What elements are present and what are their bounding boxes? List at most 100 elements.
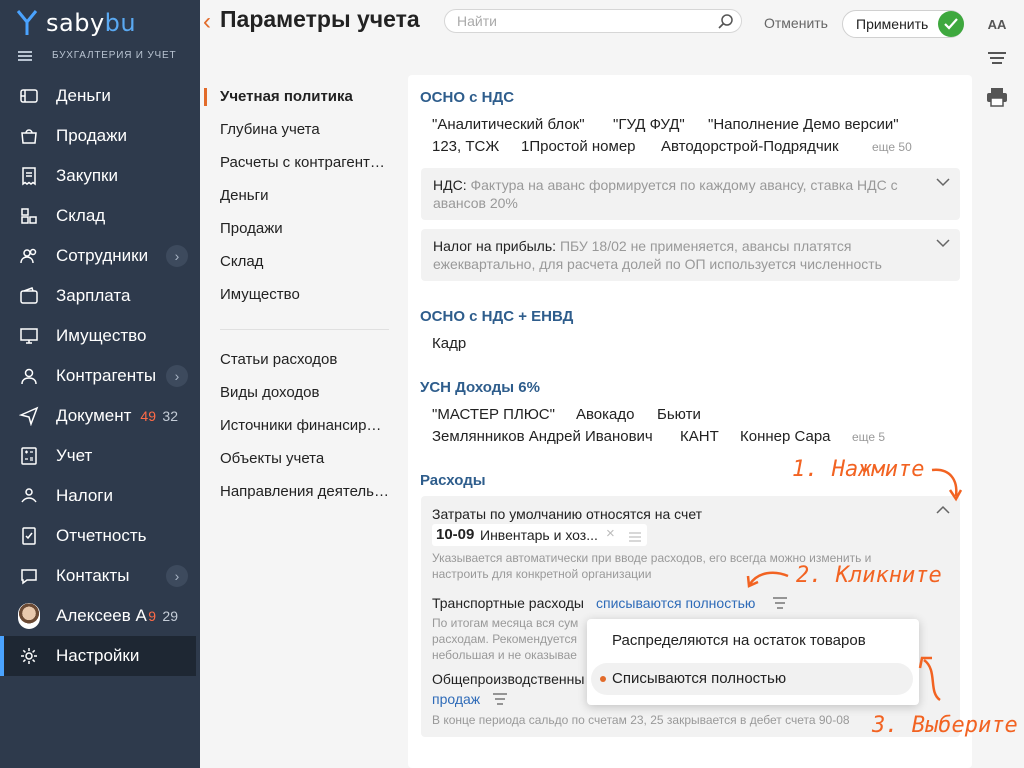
vat-setting[interactable]: НДС: Фактура на аванс формируется по каж… — [421, 168, 960, 220]
menu-divider — [220, 329, 389, 330]
menu-item-funding-sources[interactable]: Источники финансир… — [220, 417, 381, 434]
chevron-down-icon[interactable] — [936, 174, 950, 192]
menu-item-property[interactable]: Имущество — [220, 286, 300, 303]
org-link[interactable]: 1Простой номер — [521, 138, 636, 155]
overhead-expenses-label: Общепроизводственны — [432, 671, 585, 687]
search-input[interactable] — [457, 13, 707, 29]
back-button[interactable]: ‹ — [203, 8, 211, 36]
transport-expenses-value[interactable]: списываются полностью — [596, 595, 755, 611]
org-link[interactable]: "Аналитический блок" — [432, 116, 585, 133]
sidebar-item-taxes[interactable]: Налоги — [4, 476, 196, 516]
chevron-right-icon[interactable]: › — [166, 365, 188, 387]
transport-note-line1: По итогам месяца вся сум — [432, 616, 579, 630]
menu-item-income-types[interactable]: Виды доходов — [220, 384, 319, 401]
menu-item-accounting-depth[interactable]: Глубина учета — [220, 121, 320, 138]
chevron-right-icon[interactable]: › — [166, 245, 188, 267]
print-icon[interactable] — [986, 86, 1008, 108]
profit-tax-setting[interactable]: Налог на прибыль: ПБУ 18/02 не применяет… — [421, 229, 960, 281]
menu-item-expense-items[interactable]: Статьи расходов — [220, 351, 337, 368]
sidebar-item-purchases[interactable]: Закупки — [4, 156, 196, 196]
apply-label: Применить — [856, 16, 929, 32]
menu-item-activity-directions[interactable]: Направления деятель… — [220, 483, 389, 500]
chevron-down-icon[interactable] — [936, 235, 950, 253]
sidebar-item-settings[interactable]: Настройки — [0, 636, 196, 676]
sidebar-item-counterparties[interactable]: Контрагенты › — [4, 356, 196, 396]
org-link[interactable]: Авокадо — [576, 406, 634, 423]
sidebar-item-contacts[interactable]: Контакты › — [4, 556, 196, 596]
sidebar-item-accounting[interactable]: Учет — [4, 436, 196, 476]
font-size-button[interactable]: AA — [986, 13, 1008, 35]
list-filter-icon[interactable] — [986, 48, 1008, 70]
sidebar: sabybu БУХГАЛТЕРИЯ И УЧЕТ Деньги Продажи… — [0, 0, 200, 768]
list-icon[interactable] — [628, 530, 642, 548]
chevron-up-icon[interactable] — [936, 502, 950, 520]
sidebar-item-employees[interactable]: Сотрудники › — [4, 236, 196, 276]
sidebar-item-profile[interactable]: Алексеев А 9 29 — [4, 596, 196, 636]
total-count: 32 — [162, 408, 178, 424]
sidebar-item-money[interactable]: Деньги — [4, 76, 196, 116]
receipt-icon — [18, 165, 40, 187]
org-link[interactable]: Коннер Сара — [740, 428, 831, 445]
sidebar-item-reporting[interactable]: Отчетность — [4, 516, 196, 556]
menu-item-sales[interactable]: Продажи — [220, 220, 283, 237]
clear-icon[interactable]: × — [606, 525, 615, 542]
menu-item-accounting-objects[interactable]: Объекты учета — [220, 450, 324, 467]
send-icon — [18, 405, 40, 427]
org-link[interactable]: КАНТ — [680, 428, 719, 445]
overhead-expenses-value[interactable]: продаж — [432, 691, 480, 707]
sidebar-item-salary[interactable]: Зарплата — [4, 276, 196, 316]
dropdown-option-writeoff[interactable]: Списываются полностью — [612, 670, 786, 687]
filter-list-icon[interactable] — [772, 596, 788, 615]
calculator-icon — [18, 445, 40, 467]
section-title-osno-envd[interactable]: ОСНО с НДС + ЕНВД — [420, 308, 573, 325]
menu-item-settlements[interactable]: Расчеты с контрагент… — [220, 154, 385, 171]
org-link[interactable]: "ГУД ФУД" — [613, 116, 685, 133]
filter-list-icon[interactable] — [492, 692, 508, 711]
apply-button[interactable]: Применить — [842, 10, 964, 38]
sidebar-item-documents[interactable]: Документ 49 32 — [4, 396, 196, 436]
hint-arrow-icon — [931, 468, 963, 502]
page-title: Параметры учета — [220, 6, 420, 32]
org-link[interactable]: 123, ТСЖ — [432, 138, 499, 155]
sidebar-item-label: Учет — [56, 446, 93, 465]
dropdown-option-distribute[interactable]: Распределяются на остаток товаров — [612, 632, 866, 649]
menu-item-accounting-policy[interactable]: Учетная политика — [220, 88, 353, 105]
section-title-usn[interactable]: УСН Доходы 6% — [420, 379, 540, 396]
transport-dropdown: Распределяются на остаток товаров Списыв… — [587, 619, 919, 705]
wallet-icon — [18, 285, 40, 307]
sidebar-item-label: Сотрудники — [56, 246, 149, 265]
chevron-right-icon[interactable]: › — [166, 565, 188, 587]
more-orgs-link[interactable]: еще 5 — [852, 430, 885, 444]
menu-item-warehouse[interactable]: Склад — [220, 253, 263, 270]
transport-note-line2: расходам. Рекомендуется — [432, 632, 577, 646]
section-title-osno[interactable]: ОСНО с НДС — [420, 89, 514, 106]
sidebar-item-label: Документ — [56, 406, 132, 425]
search-icon[interactable] — [717, 13, 735, 36]
org-link[interactable]: "Наполнение Демо версии" — [708, 116, 899, 133]
org-link[interactable]: Бьюти — [657, 406, 701, 423]
sidebar-item-label: Зарплата — [56, 286, 131, 305]
org-link[interactable]: Землянников Андрей Иванович — [432, 428, 653, 445]
sidebar-item-label: Продажи — [56, 126, 127, 145]
sidebar-item-label: Налоги — [56, 486, 113, 505]
org-link[interactable]: "МАСТЕР ПЛЮС" — [432, 406, 555, 423]
sidebar-item-label: Контрагенты — [56, 366, 157, 385]
menu-active-indicator — [204, 88, 207, 106]
cancel-button[interactable]: Отменить — [764, 15, 828, 31]
more-orgs-link[interactable]: еще 50 — [872, 140, 912, 154]
sidebar-item-sales[interactable]: Продажи — [4, 116, 196, 156]
avatar — [18, 603, 40, 629]
org-link[interactable]: Автодорстрой-Подрядчик — [661, 138, 839, 155]
sidebar-item-label: Склад — [56, 206, 106, 225]
section-switcher[interactable]: БУХГАЛТЕРИЯ И УЧЕТ — [18, 50, 176, 61]
default-account-note-line2: настроить для конкретной организации — [432, 567, 652, 581]
menu-item-money[interactable]: Деньги — [220, 187, 268, 204]
sidebar-item-property[interactable]: Имущество — [4, 316, 196, 356]
vat-text: НДС: Фактура на аванс формируется по каж… — [433, 177, 898, 211]
transport-note-line3: небольшая и не оказывае — [432, 648, 577, 662]
org-link[interactable]: Кадр — [432, 335, 466, 352]
hint-arrow-icon — [746, 571, 789, 588]
logo[interactable]: sabybu — [16, 8, 136, 38]
account-field[interactable]: 10-09 Инвентарь и хоз... × — [432, 524, 647, 546]
sidebar-item-warehouse[interactable]: Склад — [4, 196, 196, 236]
